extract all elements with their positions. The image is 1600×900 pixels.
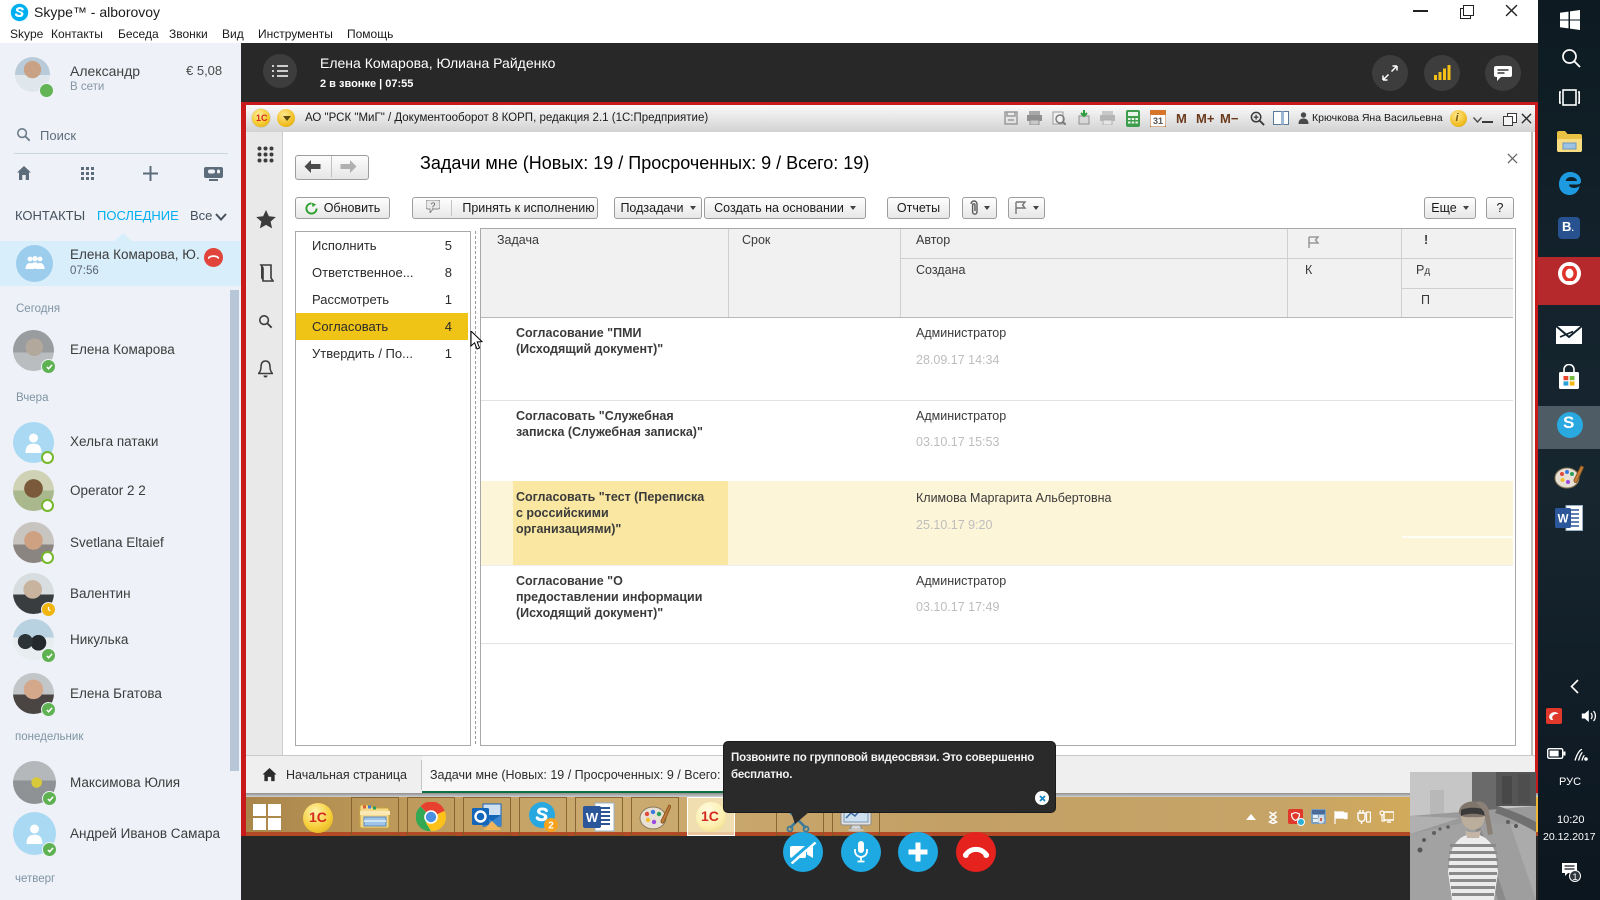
svg-text:W: W <box>1558 514 1569 526</box>
svg-text:1: 1 <box>1572 872 1577 882</box>
svg-text:W: W <box>586 810 599 825</box>
svg-text:?: ? <box>431 201 436 211</box>
svg-text:31: 31 <box>1153 116 1163 126</box>
svg-text:2: 2 <box>548 820 554 831</box>
